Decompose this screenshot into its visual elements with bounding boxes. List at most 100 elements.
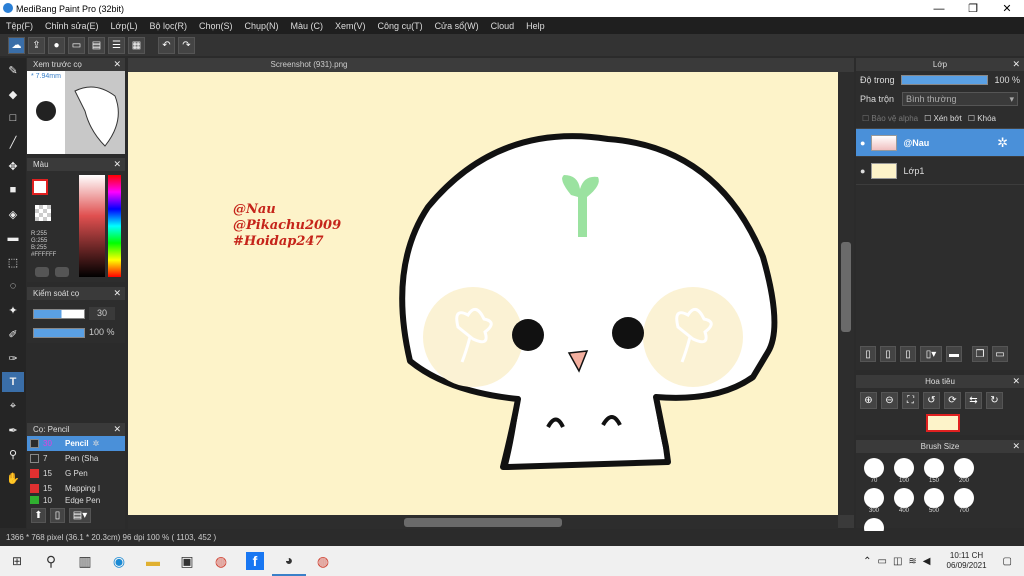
bucket-tool-icon[interactable]: ◈ — [2, 204, 24, 224]
brush-item[interactable]: 15 Mapping I — [27, 481, 125, 496]
brush-size-preset[interactable]: 200 — [952, 458, 976, 484]
maximize-button[interactable]: ❐ — [956, 0, 990, 17]
search-icon[interactable]: ⚲ — [34, 546, 68, 576]
divide-tool-icon[interactable]: ✒ — [2, 420, 24, 440]
redo-icon[interactable]: ↷ — [178, 36, 195, 54]
brush-size-preset[interactable]: 300 — [862, 488, 886, 514]
select-rect-tool-icon[interactable]: ⬚ — [2, 252, 24, 272]
brush-menu-icon[interactable]: ▤▾ — [69, 508, 91, 523]
brush-cloud-icon[interactable]: ⬆ — [31, 508, 46, 523]
palette-icon[interactable] — [35, 267, 49, 277]
menu-tools[interactable]: Công cụ(T) — [372, 21, 429, 31]
horizontal-scrollbar[interactable] — [128, 515, 838, 529]
chrome-icon[interactable]: ◍ — [204, 546, 238, 576]
menu-select[interactable]: Chọn(S) — [193, 21, 239, 31]
brush-size-slider[interactable] — [33, 309, 85, 319]
file-explorer-icon[interactable]: ▬ — [136, 546, 170, 576]
clip-checkbox[interactable]: ☐ Xén bớt — [924, 114, 962, 123]
menu-layer[interactable]: Lớp(L) — [105, 21, 144, 31]
eyedropper-tool-icon[interactable]: ⚲ — [2, 444, 24, 464]
close-icon[interactable]: ✕ — [1012, 441, 1020, 452]
menu-edit[interactable]: Chỉnh sửa(E) — [39, 21, 105, 31]
undo-icon[interactable]: ↶ — [158, 36, 175, 54]
brush-item[interactable]: 30 Pencil ✲ — [27, 436, 125, 451]
select-pen-tool-icon[interactable]: ✐ — [2, 324, 24, 344]
brush-size-preset[interactable]: 70 — [862, 458, 886, 484]
network-icon[interactable]: ◫ — [893, 556, 902, 567]
brush-item[interactable]: 7 Pen (Sha — [27, 451, 125, 466]
menu-file[interactable]: Tệp(F) — [0, 21, 39, 31]
select-eraser-tool-icon[interactable]: ✑ — [2, 348, 24, 368]
brush-tool-icon[interactable]: ✎ — [2, 60, 24, 80]
brush-size-preset[interactable]: 400 — [892, 488, 916, 514]
layer-settings-gear-icon[interactable]: ✲ — [997, 135, 1008, 151]
new-8bit-layer-icon[interactable]: ▯ — [900, 346, 916, 362]
close-icon[interactable]: ✕ — [1012, 376, 1020, 387]
menu-cloud[interactable]: Cloud — [485, 21, 521, 31]
line-tool-icon[interactable]: ╱ — [2, 132, 24, 152]
new-brush-icon[interactable]: ▯ — [50, 508, 65, 523]
background-color-swatch[interactable] — [35, 205, 51, 221]
list-icon[interactable]: ☰ — [108, 36, 125, 54]
cloud-icon[interactable]: ☁ — [8, 36, 25, 54]
edge-icon[interactable]: ◉ — [102, 546, 136, 576]
facebook-icon[interactable]: f — [246, 552, 264, 570]
tray-chevron-icon[interactable]: ⌃ — [863, 556, 871, 567]
fill-rect-tool-icon[interactable]: ■ — [2, 180, 24, 200]
close-icon[interactable]: ✕ — [113, 288, 121, 299]
rotate-right-icon[interactable]: ↻ — [986, 392, 1003, 409]
menu-color[interactable]: Màu (C) — [285, 21, 330, 31]
gear-icon[interactable]: ✲ — [93, 439, 100, 448]
menu-snap[interactable]: Chụp(N) — [239, 21, 285, 31]
magic-wand-tool-icon[interactable]: ✦ — [2, 300, 24, 320]
wifi-icon[interactable]: ≋ — [908, 556, 916, 567]
close-icon[interactable]: ✕ — [1012, 59, 1020, 70]
chat-icon[interactable]: ▭ — [68, 36, 85, 54]
document-icon[interactable]: ▤ — [88, 36, 105, 54]
close-icon[interactable]: ✕ — [113, 159, 121, 170]
brush-size-preset[interactable]: 700 — [952, 488, 976, 514]
vertical-scrollbar[interactable] — [838, 72, 854, 515]
new-halftone-layer-icon[interactable]: ▯ — [880, 346, 896, 362]
battery-icon[interactable]: ▭ — [878, 556, 887, 567]
drawing-canvas[interactable]: @Nau @Pikachu2009 #Hoidap247 — [128, 72, 838, 515]
close-button[interactable]: ✕ — [990, 0, 1024, 17]
visibility-icon[interactable]: ● — [860, 166, 865, 176]
duplicate-layer-icon[interactable]: ❐ — [972, 346, 988, 362]
medibang-icon[interactable]: ◕ — [272, 546, 306, 576]
layer-row[interactable]: ● Lớp1 — [856, 157, 1024, 185]
brush-size-value[interactable]: 30 — [89, 307, 115, 320]
brush-size-preset[interactable]: 500 — [922, 488, 946, 514]
hue-slider[interactable] — [108, 175, 121, 277]
layer-opacity-slider[interactable] — [900, 75, 989, 85]
brush-item[interactable]: 15 G Pen — [27, 466, 125, 481]
menu-help[interactable]: Help — [520, 21, 551, 31]
fit-icon[interactable]: ⛶ — [902, 392, 919, 409]
comment-icon[interactable]: ● — [48, 36, 65, 54]
rectangle-tool-icon[interactable]: □ — [2, 108, 24, 128]
store-icon[interactable]: ▣ — [170, 546, 204, 576]
flip-icon[interactable]: ⇆ — [965, 392, 982, 409]
add-layer-menu-icon[interactable]: ▯▾ — [920, 346, 942, 362]
brush-opacity-slider[interactable] — [33, 328, 85, 338]
operation-tool-icon[interactable]: ⌖ — [2, 396, 24, 416]
hand-tool-icon[interactable]: ✋ — [2, 468, 24, 488]
lock-checkbox[interactable]: ☐ Khóa — [968, 114, 996, 123]
share-icon[interactable]: ⇪ — [28, 36, 45, 54]
start-icon[interactable]: ⊞ — [0, 546, 34, 576]
rotate-reset-icon[interactable]: ⟳ — [944, 392, 961, 409]
merge-layer-icon[interactable]: ▭ — [992, 346, 1008, 362]
notification-icon[interactable]: ▢ — [1003, 556, 1012, 567]
document-tab[interactable]: Screenshot (931).png — [128, 58, 490, 71]
lasso-tool-icon[interactable]: ◌ — [2, 276, 24, 296]
zoom-in-icon[interactable]: ⊕ — [860, 392, 877, 409]
brush-size-preset[interactable]: 150 — [922, 458, 946, 484]
close-icon[interactable]: ✕ — [113, 59, 121, 70]
chrome-profile-icon[interactable]: ◍ — [306, 546, 340, 576]
navigator-preview[interactable] — [926, 414, 960, 432]
gradient-tool-icon[interactable]: ▬ — [2, 228, 24, 248]
minimize-button[interactable]: — — [922, 0, 956, 17]
new-layer-icon[interactable]: ▯ — [860, 346, 876, 362]
rotate-left-icon[interactable]: ↺ — [923, 392, 940, 409]
clock[interactable]: 10:11 CH 06/09/2021 — [947, 551, 987, 571]
